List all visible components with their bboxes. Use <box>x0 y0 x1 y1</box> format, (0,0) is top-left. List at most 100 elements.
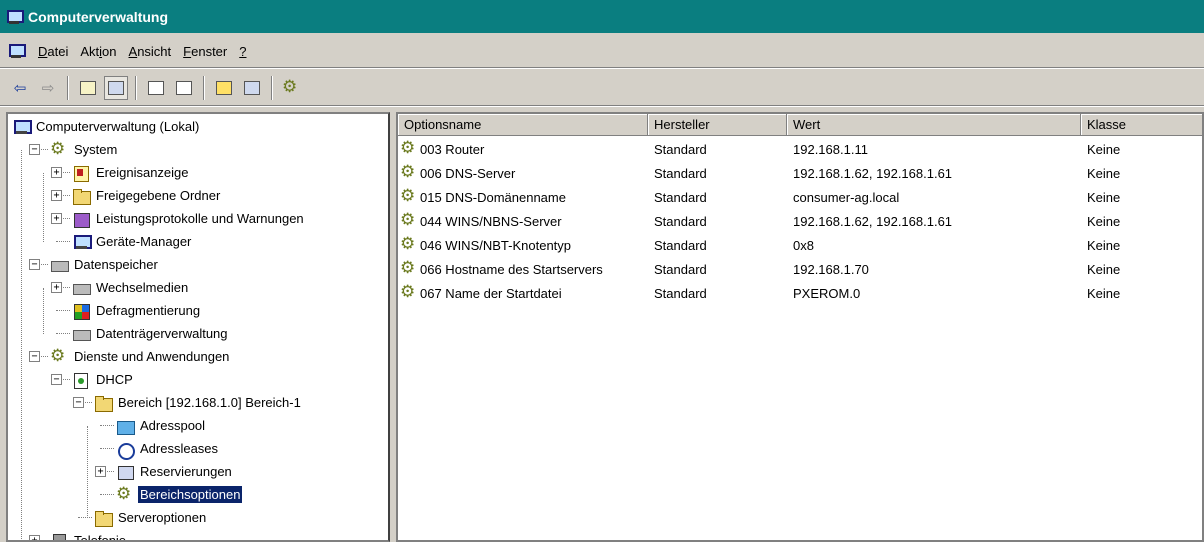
tree-item[interactable]: DHCP <box>72 368 135 391</box>
tree-item[interactable]: Adressleases <box>116 437 220 460</box>
tree-expand-button[interactable]: + <box>29 535 40 540</box>
column-header-value[interactable]: Wert <box>787 114 1081 136</box>
console-tree-icon[interactable] <box>240 76 264 100</box>
menu-bar: Datei Aktion Ansicht Fenster ? <box>0 35 1204 68</box>
toolbar-separator <box>67 75 69 100</box>
cell-vendor: Standard <box>654 138 707 160</box>
tree-item-label: Freigegebene Ordner <box>96 188 221 203</box>
menu-help[interactable]: ? <box>233 44 252 59</box>
tree-expand-button[interactable]: + <box>51 282 62 293</box>
tree-connector <box>100 448 114 449</box>
pc-icon <box>12 119 32 135</box>
forward-arrow-icon[interactable]: ⇨ <box>36 76 60 100</box>
tree-item[interactable]: Computerverwaltung (Lokal) <box>12 115 201 138</box>
menu-datei-key: D <box>38 43 48 59</box>
column-header-class[interactable]: Klasse <box>1081 114 1202 136</box>
tree-expand-button[interactable]: + <box>51 190 62 201</box>
tree-item[interactable]: Defragmentierung <box>72 299 202 322</box>
tree-expand-button[interactable]: + <box>51 213 62 224</box>
tree-item[interactable]: Reservierungen <box>116 460 234 483</box>
window-title: Computerverwaltung <box>28 8 169 25</box>
title-bar[interactable]: Computerverwaltung <box>0 0 1204 33</box>
tree-item[interactable]: Adresspool <box>116 414 207 437</box>
tree-item[interactable]: Ereignisanzeige <box>72 161 191 184</box>
menu-ansicht-key: A <box>128 43 138 59</box>
toolbar: ⇦ ⇨ <box>0 70 1204 106</box>
tree-item-label: Datenträgerverwaltung <box>96 326 228 341</box>
computer-management-icon <box>6 9 24 24</box>
up-folder-glyph <box>80 80 96 95</box>
list-item[interactable]: 066 Hostname des Startservers Standard 192… <box>398 258 1202 280</box>
export-list-icon[interactable] <box>172 76 196 100</box>
folder-icon <box>94 395 113 412</box>
help-icon[interactable] <box>212 76 236 100</box>
tree-connector <box>56 310 70 311</box>
cell-text-vendor: Standard <box>654 141 707 157</box>
tree-item[interactable]: System <box>50 138 119 161</box>
tree-item[interactable]: Wechselmedien <box>72 276 190 299</box>
option-gear-icon <box>400 162 418 182</box>
res-icon <box>116 464 134 480</box>
option-gear-icon <box>400 258 418 278</box>
list-item[interactable]: 006 DNS-Server Standard 192.168.1.62, 192.… <box>398 162 1202 184</box>
list-item[interactable]: 067 Name der Startdatei Standard PXEROM.0 K… <box>398 282 1202 304</box>
tree-expand-button[interactable]: + <box>95 466 106 477</box>
cell-name: 044 WINS/NBNS-Server <box>400 210 562 232</box>
console-tree-glyph <box>244 80 260 95</box>
tree-collapse-button[interactable]: − <box>29 351 40 362</box>
tree-connector <box>87 426 88 518</box>
menu-aktion-rest: on <box>102 43 117 59</box>
list-item[interactable]: 044 WINS/NBNS-Server Standard 192.168.1.62… <box>398 210 1202 232</box>
tree-collapse-button[interactable]: − <box>29 259 40 270</box>
tree-item[interactable]: Bereichsoptionen <box>116 483 244 506</box>
tree-item[interactable]: Bereich [192.168.1.0] Bereich-1 <box>94 391 303 414</box>
details-list[interactable]: OptionsnameHerstellerWertKlasse003 Route… <box>396 112 1204 542</box>
menu-datei[interactable]: Datei <box>32 44 74 59</box>
list-item[interactable]: 003 Router Standard 192.168.1.11 Keine <box>398 138 1202 160</box>
menu-ansicht[interactable]: Ansicht <box>123 44 178 59</box>
column-header-vendor[interactable]: Hersteller <box>648 114 787 136</box>
tree-item[interactable]: Freigegebene Ordner <box>72 184 222 207</box>
column-header-name[interactable]: Optionsname <box>398 114 648 136</box>
show-tree-glyph <box>108 80 124 95</box>
tree-collapse-button[interactable]: − <box>29 144 40 155</box>
tree-item-label: Reservierungen <box>140 464 232 479</box>
up-folder-icon[interactable] <box>76 76 100 100</box>
tree-connector <box>34 540 48 541</box>
tree-item[interactable]: Telefonie <box>50 529 128 540</box>
tree-item[interactable]: Leistungsprotokolle und Warnungen <box>72 207 306 230</box>
tree-item[interactable]: Geräte-Manager <box>72 230 193 253</box>
tree-item-label: Geräte-Manager <box>96 234 192 249</box>
show-tree-icon[interactable] <box>104 75 128 100</box>
list-item[interactable]: 015 DNS-Domänenname Standard consumer-ag.l… <box>398 186 1202 208</box>
refresh-icon[interactable] <box>144 76 168 100</box>
options-icon[interactable] <box>280 76 304 100</box>
tree-collapse-button[interactable]: − <box>51 374 62 385</box>
cell-text-vendor: Standard <box>654 237 707 253</box>
tree-collapse-button[interactable]: − <box>73 397 84 408</box>
menu-fenster-rest: enster <box>191 43 228 59</box>
console-tree[interactable]: Computerverwaltung (Lokal) − System + Ereign… <box>6 112 390 542</box>
list-item[interactable]: 046 WINS/NBT-Knotentyp Standard 0x8 Keine <box>398 234 1202 256</box>
tree-connector <box>56 333 70 334</box>
back-arrow-icon[interactable]: ⇦ <box>8 76 32 100</box>
system-menu-icon[interactable] <box>8 44 26 58</box>
menu-aktion[interactable]: Aktion <box>74 44 122 59</box>
tree-item[interactable]: Datenträgerverwaltung <box>72 322 230 345</box>
option-gear-icon <box>400 138 418 158</box>
menu-fenster[interactable]: Fenster <box>177 44 233 59</box>
tree-item[interactable]: Datenspeicher <box>50 253 160 276</box>
tree-item[interactable]: Serveroptionen <box>94 506 208 529</box>
folder-icon <box>94 510 113 527</box>
toolbar-separator <box>203 75 205 100</box>
tree-item-label: Wechselmedien <box>96 280 189 295</box>
tree-item-label: Datenspeicher <box>74 257 158 272</box>
pool-icon <box>116 418 135 435</box>
cell-text-name: 067 Name der Startdatei <box>420 285 562 301</box>
cell-class: Keine <box>1087 138 1120 160</box>
tree-expand-button[interactable]: + <box>51 167 62 178</box>
cell-name: 046 WINS/NBT-Knotentyp <box>400 234 571 256</box>
pc-icon <box>72 234 92 250</box>
tree-item[interactable]: Dienste und Anwendungen <box>50 345 231 368</box>
cell-text-name: 066 Hostname des Startservers <box>420 261 603 277</box>
